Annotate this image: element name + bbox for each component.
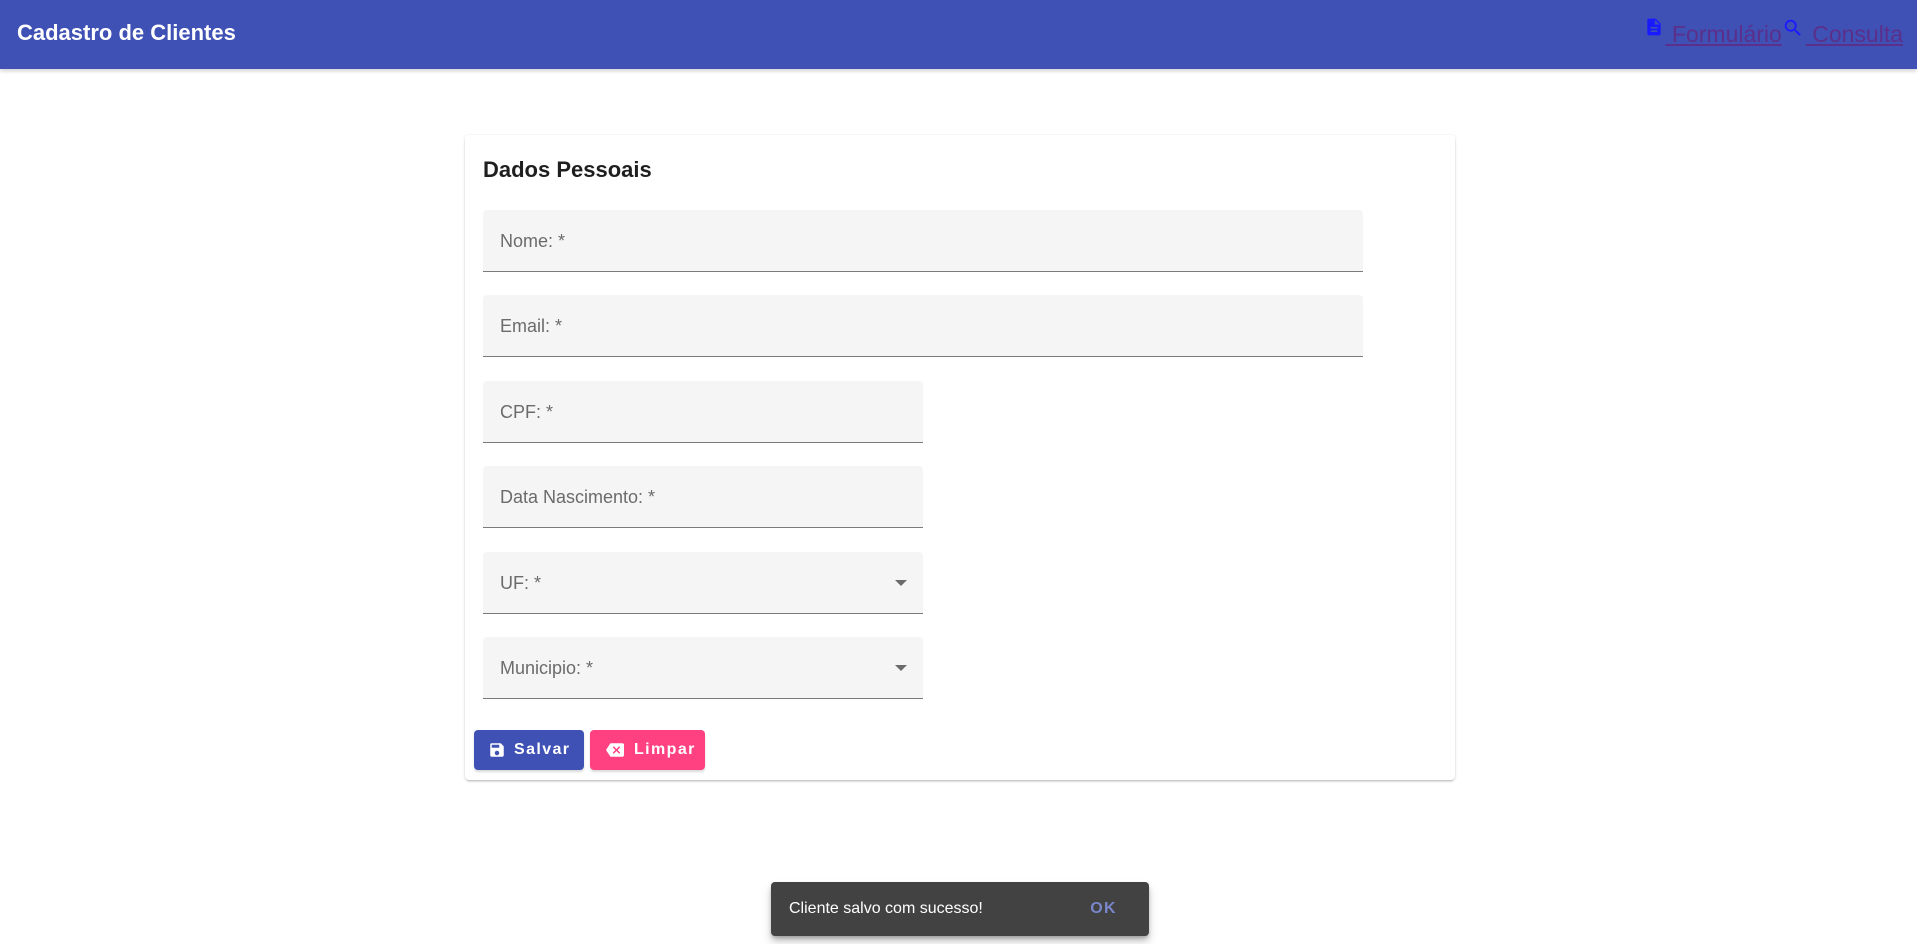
save-button[interactable]: Salvar [474, 730, 584, 770]
uf-select[interactable]: UF: * [483, 552, 923, 614]
search-icon [1782, 17, 1804, 39]
snackbar: Cliente salvo com sucesso! OK [771, 882, 1149, 936]
nav-link-consulta[interactable]: Consulta [1782, 17, 1903, 51]
municipio-select[interactable]: Municipio: * [483, 637, 923, 699]
data-nascimento-placeholder: Data Nascimento: * [500, 487, 656, 507]
data-nascimento-field[interactable]: Data Nascimento: * [483, 466, 923, 528]
cpf-placeholder: CPF: * [500, 402, 554, 422]
clear-button[interactable]: Limpar [590, 730, 705, 770]
nav-link-formulario[interactable]: Formulário [1644, 17, 1782, 51]
form-card: Dados Pessoais Nome: * Email: * CPF: * D… [465, 135, 1455, 780]
app-toolbar: Cadastro de Clientes Formulário Consulta [0, 0, 1917, 69]
dropdown-arrow-icon [895, 580, 907, 586]
municipio-placeholder: Municipio: * [500, 658, 594, 678]
section-title: Dados Pessoais [483, 157, 652, 182]
nome-field[interactable]: Nome: * [483, 210, 1363, 272]
snackbar-message: Cliente salvo com sucesso! [789, 900, 983, 917]
snackbar-ok-button[interactable]: OK [1090, 900, 1117, 918]
clear-button-label: Limpar [634, 741, 696, 758]
save-button-label: Salvar [514, 741, 571, 758]
nav-link-consulta-label: Consulta [1812, 21, 1903, 47]
nav-link-formulario-label: Formulário [1671, 21, 1782, 47]
email-placeholder: Email: * [500, 316, 563, 336]
save-icon [488, 741, 506, 759]
top-nav: Formulário Consulta [1644, 17, 1903, 51]
nome-placeholder: Nome: * [500, 231, 566, 251]
dropdown-arrow-icon [895, 665, 907, 671]
uf-placeholder: UF: * [500, 573, 542, 593]
app-title: Cadastro de Clientes [17, 20, 236, 45]
description-icon [1644, 17, 1664, 37]
backspace-icon [604, 741, 626, 759]
email-field[interactable]: Email: * [483, 295, 1363, 357]
cpf-field[interactable]: CPF: * [483, 381, 923, 443]
